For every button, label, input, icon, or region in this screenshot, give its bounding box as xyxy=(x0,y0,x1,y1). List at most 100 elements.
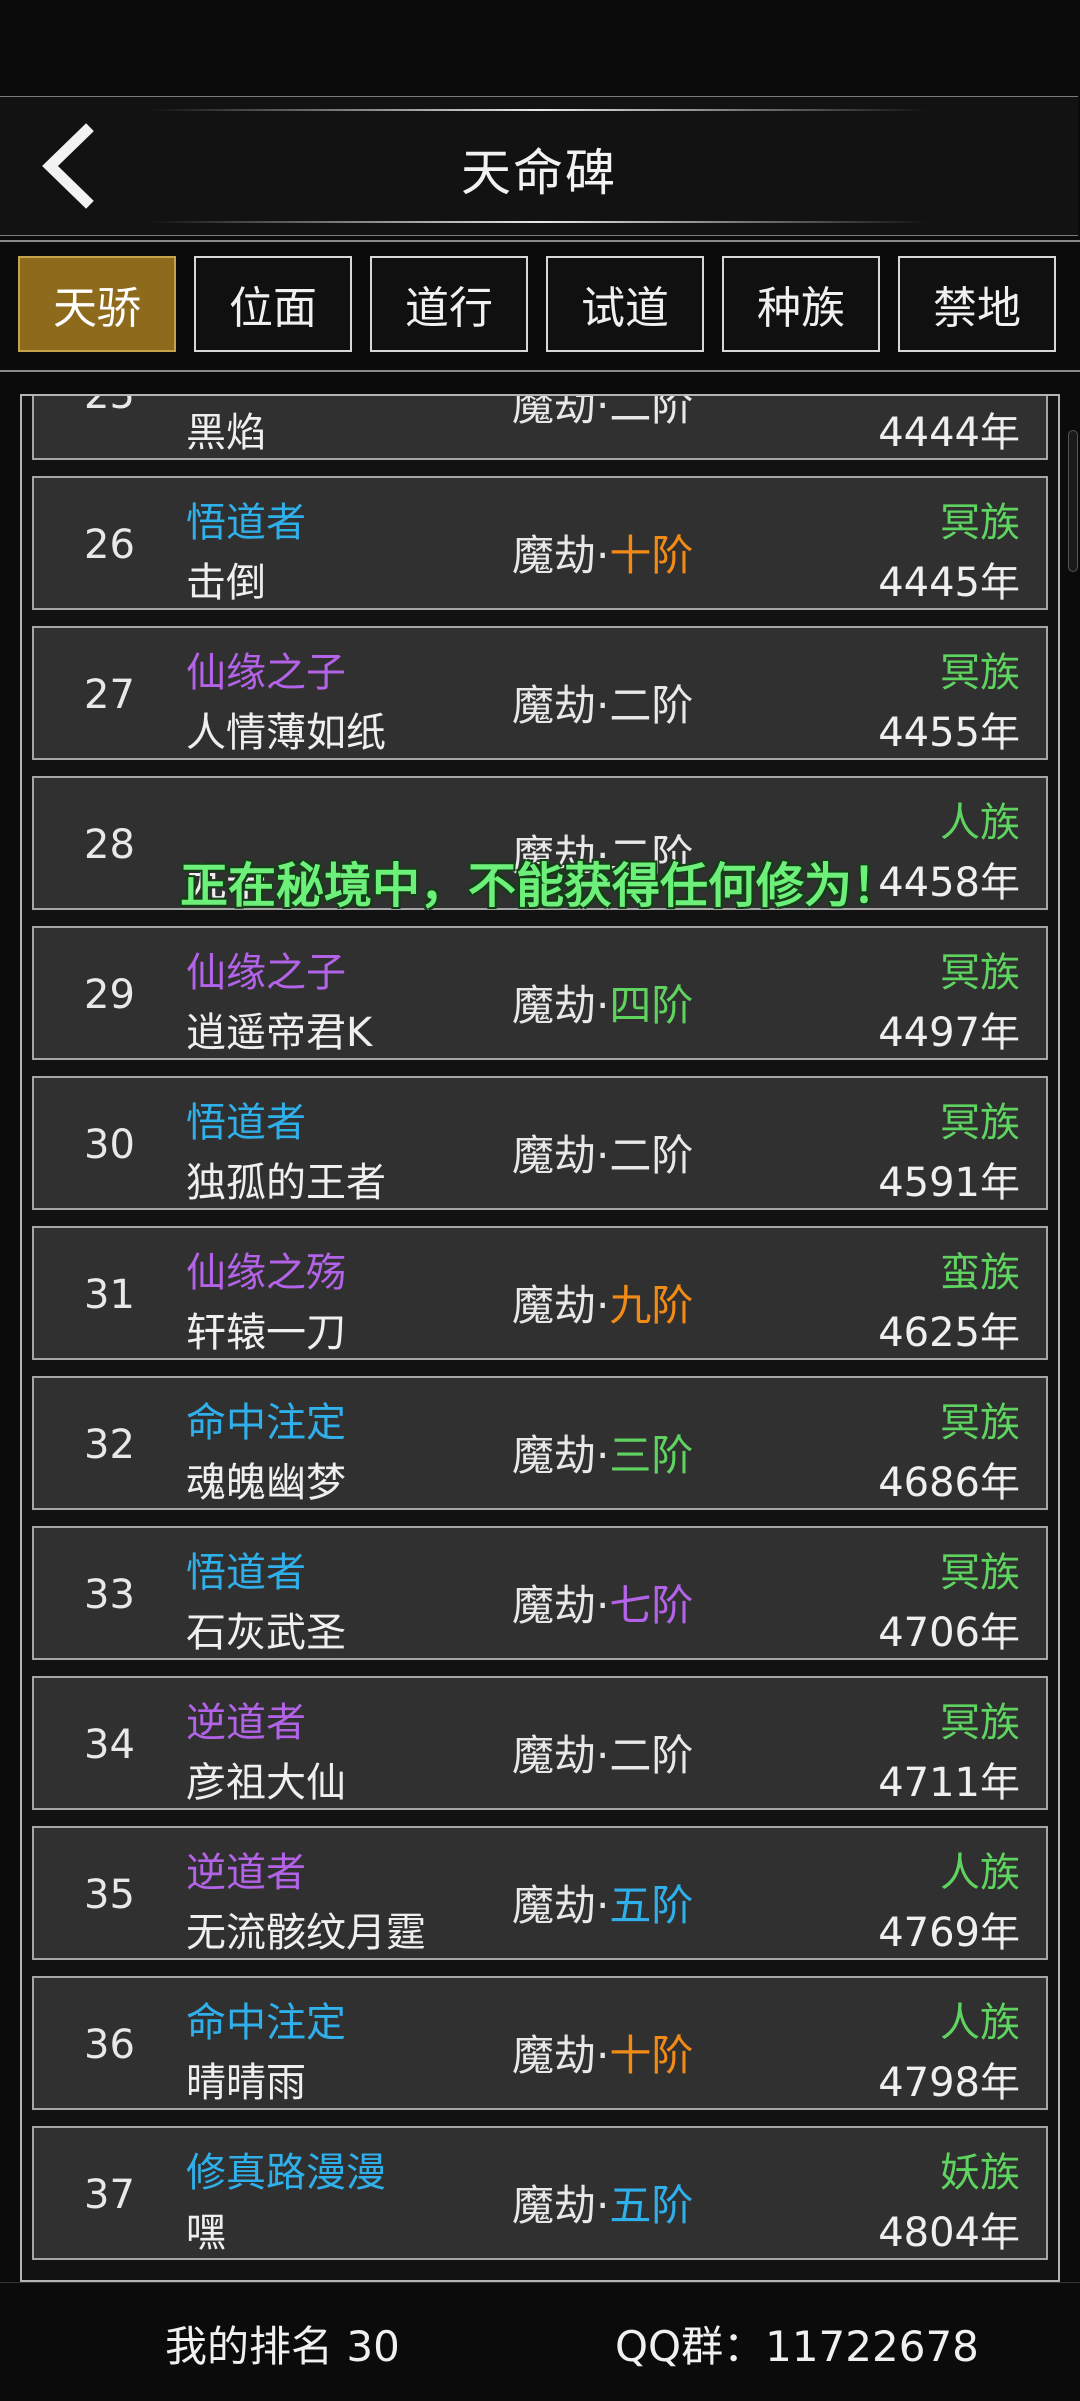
realm-level: 十阶 xyxy=(609,531,694,580)
race-label: 冥族 xyxy=(940,1550,1020,1596)
table-row[interactable]: 37 修真路漫漫嘿 魔劫·五阶 妖族 4804年 xyxy=(32,2126,1048,2260)
footer-bar: 我的排名 30 QQ群：11722678 xyxy=(0,2282,1080,2401)
qq-group-label: QQ群：11722678 xyxy=(615,2322,979,2371)
rank-number: 27 xyxy=(84,672,135,718)
realm-level: 三阶 xyxy=(609,1431,694,1480)
realm-prefix: 魔劫· xyxy=(512,1581,610,1630)
header-ornament-line xyxy=(150,109,928,111)
rank-number: 29 xyxy=(84,972,135,1018)
table-row[interactable]: 35 逆道者 无流骸纹月霆 魔劫·五阶 人族 4769年 xyxy=(32,1826,1048,1960)
table-row[interactable]: 36 命中注定 晴晴雨 魔劫·十阶 人族 4798年 xyxy=(32,1976,1048,2110)
years-label: 4625年 xyxy=(878,1310,1020,1356)
player-name: 击倒 xyxy=(186,560,266,606)
realm-prefix: 魔劫· xyxy=(512,1881,610,1930)
tab-tianjiao[interactable]: 天骄 xyxy=(18,256,176,352)
player-name: 魂魄幽梦 xyxy=(186,1460,346,1506)
rank-number: 32 xyxy=(84,1422,135,1468)
years-label: 4686年 xyxy=(878,1460,1020,1506)
years-label: 4497年 xyxy=(878,1010,1020,1056)
table-row[interactable]: 34 逆道者 彦祖大仙 魔劫·二阶 冥族 4711年 xyxy=(32,1676,1048,1810)
race-label: 人族 xyxy=(940,2000,1020,2046)
table-row[interactable]: 29 仙缘之子逍遥帝君K 魔劫·四阶 冥族 4497年 xyxy=(32,926,1048,1060)
realm-label: 魔劫·七阶 xyxy=(512,1572,693,1633)
player-title: 逆道者 xyxy=(186,1700,306,1746)
years-label: 4711年 xyxy=(878,1760,1020,1806)
rank-number: 35 xyxy=(84,1872,135,1918)
race-label: 冥族 xyxy=(940,650,1020,696)
header-ornament-line xyxy=(150,221,928,223)
player-name: 黑焰 xyxy=(186,410,266,456)
table-row[interactable]: 31 仙缘之殇 轩辕一刀 魔劫·九阶 蛮族 4625年 xyxy=(32,1226,1048,1360)
player-title: 仙缘之子 xyxy=(186,950,346,996)
player-title: 修真路漫漫 xyxy=(186,2150,386,2196)
ranking-list-viewport: 25悟道者黑焰魔劫·二阶人族4444年26悟道者击倒魔劫·十阶冥族4445年27… xyxy=(22,396,1058,2280)
race-label: 蛮族 xyxy=(940,1250,1020,1296)
ranking-list-items: 25悟道者黑焰魔劫·二阶人族4444年26悟道者击倒魔劫·十阶冥族4445年27… xyxy=(32,396,1048,2276)
tab-weimian[interactable]: 位面 xyxy=(194,256,352,352)
rank-number: 33 xyxy=(84,1572,135,1618)
tab-bar: 天骄 位面 道行 试道 种族 禁地 xyxy=(18,256,1062,356)
realm-label: 魔劫·二阶 xyxy=(512,396,693,433)
race-label: 冥族 xyxy=(940,1400,1020,1446)
years-label: 4798年 xyxy=(878,2060,1020,2106)
years-label: 4458年 xyxy=(878,860,1020,906)
realm-level: 五阶 xyxy=(609,1881,694,1930)
table-row[interactable]: 26 悟道者 击倒 魔劫·十阶 冥族 4445年 xyxy=(32,476,1048,610)
player-name: 人情薄如纸 xyxy=(186,710,386,756)
race-label: 冥族 xyxy=(940,500,1020,546)
player-name: 石灰武圣 xyxy=(186,1610,346,1656)
player-name: 晴晴雨 xyxy=(186,2060,306,2106)
realm-level: 二阶 xyxy=(609,1131,694,1180)
rank-number: 25 xyxy=(84,396,164,418)
scroll-handle[interactable] xyxy=(1068,430,1078,572)
race-label: 人族 xyxy=(940,396,1020,398)
years-label: 4444年 xyxy=(878,410,1020,456)
tab-zhongzu[interactable]: 种族 xyxy=(722,256,880,352)
realm-prefix: 魔劫· xyxy=(512,831,610,880)
tab-label: 试道 xyxy=(581,283,669,334)
player-title: 悟道者 xyxy=(186,500,306,546)
realm-level: 五阶 xyxy=(609,2181,694,2230)
realm-level: 二阶 xyxy=(609,1731,694,1780)
player-name: 逍遥帝君K xyxy=(186,1010,373,1056)
player-name: 彦祖大仙 xyxy=(186,1760,346,1806)
tab-jindi[interactable]: 禁地 xyxy=(898,256,1056,352)
race-label: 人族 xyxy=(940,800,1020,846)
table-row[interactable]: 27 仙缘之子 人情薄如纸 魔劫·二阶 冥族 4455年 xyxy=(32,626,1048,760)
player-name: 轩辕一刀 xyxy=(186,1310,346,1356)
tab-label: 种族 xyxy=(757,283,845,334)
years-label: 4455年 xyxy=(878,710,1020,756)
realm-label: 魔劫·三阶 xyxy=(512,1422,693,1483)
rank-number: 30 xyxy=(84,1122,135,1168)
tab-shidao[interactable]: 试道 xyxy=(546,256,704,352)
race-label: 冥族 xyxy=(940,950,1020,996)
table-row[interactable]: 28 九十 魔劫·二阶 人族 4458年 xyxy=(32,776,1048,910)
realm-level: 二阶 xyxy=(609,681,694,730)
tab-daoxing[interactable]: 道行 xyxy=(370,256,528,352)
page-title: 天命碑 xyxy=(461,144,617,202)
race-label: 人族 xyxy=(940,1850,1020,1896)
rank-number: 26 xyxy=(84,522,135,568)
realm-label: 魔劫·九阶 xyxy=(512,1272,693,1333)
realm-prefix: 魔劫· xyxy=(512,1131,610,1180)
years-label: 4706年 xyxy=(878,1610,1020,1656)
realm-level: 四阶 xyxy=(609,981,694,1030)
player-title: 命中注定 xyxy=(186,2000,346,2046)
table-row[interactable]: 30 悟道者 独孤的王者 魔劫·二阶 冥族 4591年 xyxy=(32,1076,1048,1210)
table-row[interactable]: 33 悟道者 石灰武圣 魔劫·七阶 冥族 4706年 xyxy=(32,1526,1048,1660)
tab-label: 道行 xyxy=(405,283,493,334)
ranking-list[interactable]: 25悟道者黑焰魔劫·二阶人族4444年26悟道者击倒魔劫·十阶冥族4445年27… xyxy=(20,394,1060,2282)
realm-label: 魔劫·十阶 xyxy=(512,2022,693,2083)
player-name: 独孤的王者 xyxy=(186,1160,386,1206)
rank-number: 37 xyxy=(84,2172,135,2218)
table-row[interactable]: 25 悟道者黑焰 魔劫·二阶 人族 4444年 xyxy=(32,396,1048,460)
table-row[interactable]: 32 命中注定 魂魄幽梦 魔劫·三阶 冥族 4686年 xyxy=(32,1376,1048,1510)
realm-prefix: 魔劫· xyxy=(512,2181,610,2230)
player-title: 逆道者 xyxy=(186,1850,306,1896)
status-bar xyxy=(0,0,1080,95)
realm-prefix: 魔劫· xyxy=(512,1731,610,1780)
race-label: 冥族 xyxy=(940,1700,1020,1746)
realm-label: 魔劫·五阶 xyxy=(512,2172,693,2233)
realm-level: 九阶 xyxy=(609,1281,694,1330)
realm-label: 魔劫·四阶 xyxy=(512,972,693,1033)
